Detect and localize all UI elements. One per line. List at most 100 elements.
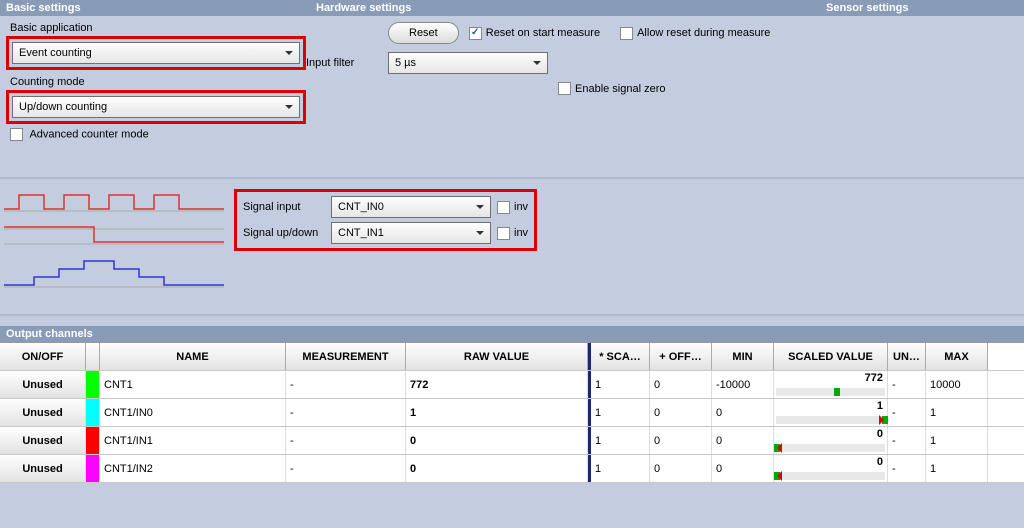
cell-unit[interactable]: - <box>888 399 926 426</box>
col-scale[interactable]: * SCA… <box>588 343 650 370</box>
counting-mode-value: Up/down counting <box>19 101 107 113</box>
counting-mode-dropdown[interactable]: Up/down counting <box>12 96 300 118</box>
advanced-counter-checkbox[interactable] <box>10 128 23 141</box>
cell-measurement[interactable]: - <box>286 399 406 426</box>
chevron-down-icon <box>281 45 297 61</box>
cell-onoff[interactable]: Unused <box>0 427 86 454</box>
reset-button[interactable]: Reset <box>388 22 459 44</box>
section-header-row: Basic settings Hardware settings Sensor … <box>0 0 1024 16</box>
cell-scaled-value: 772 <box>774 371 888 398</box>
section-hardware-title: Hardware settings <box>316 2 826 14</box>
highlight-signal-selectors: Signal input CNT_IN0 inv Signal up/down … <box>234 189 537 251</box>
cell-scale[interactable]: 1 <box>588 427 650 454</box>
cell-name[interactable]: CNT1 <box>100 371 286 398</box>
cell-unit[interactable]: - <box>888 455 926 482</box>
cell-unit[interactable]: - <box>888 427 926 454</box>
cell-max[interactable]: 10000 <box>926 371 988 398</box>
table-row[interactable]: UnusedCNT1-77210-10000772-10000 <box>0 371 1024 399</box>
output-table: ON/OFF NAME MEASUREMENT RAW VALUE * SCA…… <box>0 342 1024 483</box>
cell-measurement[interactable]: - <box>286 455 406 482</box>
highlight-basic-application: Event counting <box>6 36 306 70</box>
cell-color[interactable] <box>86 427 100 454</box>
input-filter-label: Input filter <box>306 57 378 69</box>
cell-offset[interactable]: 0 <box>650 399 712 426</box>
cell-raw[interactable]: 1 <box>406 399 588 426</box>
advanced-counter-label: Advanced counter mode <box>29 128 148 140</box>
cell-min[interactable]: -10000 <box>712 371 774 398</box>
cell-onoff[interactable]: Unused <box>0 455 86 482</box>
input-filter-dropdown[interactable]: 5 µs <box>388 52 548 74</box>
section-sensor-title: Sensor settings <box>826 2 1024 14</box>
basic-settings-panel: Basic application Event counting Countin… <box>6 22 306 141</box>
input-filter-value: 5 µs <box>395 57 416 69</box>
signal-updown-value: CNT_IN1 <box>338 227 384 239</box>
cell-scale[interactable]: 1 <box>588 399 650 426</box>
col-raw[interactable]: RAW VALUE <box>406 343 588 370</box>
cell-unit[interactable]: - <box>888 371 926 398</box>
cell-min[interactable]: 0 <box>712 399 774 426</box>
col-onoff[interactable]: ON/OFF <box>0 343 86 370</box>
reset-on-start-checkbox[interactable] <box>469 27 482 40</box>
signal-updown-label: Signal up/down <box>243 227 331 239</box>
cell-max[interactable]: 1 <box>926 399 988 426</box>
col-measurement[interactable]: MEASUREMENT <box>286 343 406 370</box>
col-name[interactable]: NAME <box>100 343 286 370</box>
basic-application-value: Event counting <box>19 47 92 59</box>
col-min[interactable]: MIN <box>712 343 774 370</box>
col-unit[interactable]: UN… <box>888 343 926 370</box>
basic-application-dropdown[interactable]: Event counting <box>12 42 300 64</box>
table-row[interactable]: UnusedCNT1/IN2-01000-1 <box>0 455 1024 483</box>
cell-offset[interactable]: 0 <box>650 455 712 482</box>
cell-raw[interactable]: 0 <box>406 427 588 454</box>
signal-input-dropdown[interactable]: CNT_IN0 <box>331 196 491 218</box>
cell-measurement[interactable]: - <box>286 427 406 454</box>
cell-offset[interactable]: 0 <box>650 371 712 398</box>
cell-name[interactable]: CNT1/IN1 <box>100 427 286 454</box>
section-output-title: Output channels <box>0 326 1024 342</box>
cell-scale[interactable]: 1 <box>588 455 650 482</box>
col-max[interactable]: MAX <box>926 343 988 370</box>
cell-min[interactable]: 0 <box>712 455 774 482</box>
col-color[interactable] <box>86 343 100 370</box>
signal-input-value: CNT_IN0 <box>338 201 384 213</box>
table-row[interactable]: UnusedCNT1/IN0-11001-1 <box>0 399 1024 427</box>
cell-raw[interactable]: 772 <box>406 371 588 398</box>
counting-mode-label: Counting mode <box>6 76 306 88</box>
col-offset[interactable]: + OFF… <box>650 343 712 370</box>
cell-measurement[interactable]: - <box>286 371 406 398</box>
cell-color[interactable] <box>86 371 100 398</box>
cell-name[interactable]: CNT1/IN2 <box>100 455 286 482</box>
enable-signal-zero-label: Enable signal zero <box>575 83 666 95</box>
cell-scaled-value: 0 <box>774 455 888 482</box>
cell-onoff[interactable]: Unused <box>0 399 86 426</box>
chevron-down-icon <box>529 55 545 71</box>
cell-raw[interactable]: 0 <box>406 455 588 482</box>
signal-input-inv-checkbox[interactable] <box>497 201 510 214</box>
cell-onoff[interactable]: Unused <box>0 371 86 398</box>
inv-label: inv <box>514 201 528 213</box>
section-basic-title: Basic settings <box>6 2 316 14</box>
enable-signal-zero-checkbox[interactable] <box>558 82 571 95</box>
cell-color[interactable] <box>86 399 100 426</box>
waveform-icon <box>4 189 224 304</box>
table-header-row: ON/OFF NAME MEASUREMENT RAW VALUE * SCA…… <box>0 343 1024 371</box>
allow-reset-checkbox[interactable] <box>620 27 633 40</box>
reset-on-start-label: Reset on start measure <box>486 27 600 39</box>
col-scaled-value[interactable]: SCALED VALUE <box>774 343 888 370</box>
table-row[interactable]: UnusedCNT1/IN1-01000-1 <box>0 427 1024 455</box>
cell-max[interactable]: 1 <box>926 427 988 454</box>
cell-max[interactable]: 1 <box>926 455 988 482</box>
cell-scaled-value: 0 <box>774 427 888 454</box>
cell-name[interactable]: CNT1/IN0 <box>100 399 286 426</box>
cell-offset[interactable]: 0 <box>650 427 712 454</box>
cell-color[interactable] <box>86 455 100 482</box>
cell-min[interactable]: 0 <box>712 427 774 454</box>
chevron-down-icon <box>281 99 297 115</box>
chevron-down-icon <box>472 225 488 241</box>
signal-updown-dropdown[interactable]: CNT_IN1 <box>331 222 491 244</box>
cell-scale[interactable]: 1 <box>588 371 650 398</box>
cell-scaled-value: 1 <box>774 399 888 426</box>
allow-reset-label: Allow reset during measure <box>637 27 770 39</box>
signal-updown-inv-checkbox[interactable] <box>497 227 510 240</box>
chevron-down-icon <box>472 199 488 215</box>
